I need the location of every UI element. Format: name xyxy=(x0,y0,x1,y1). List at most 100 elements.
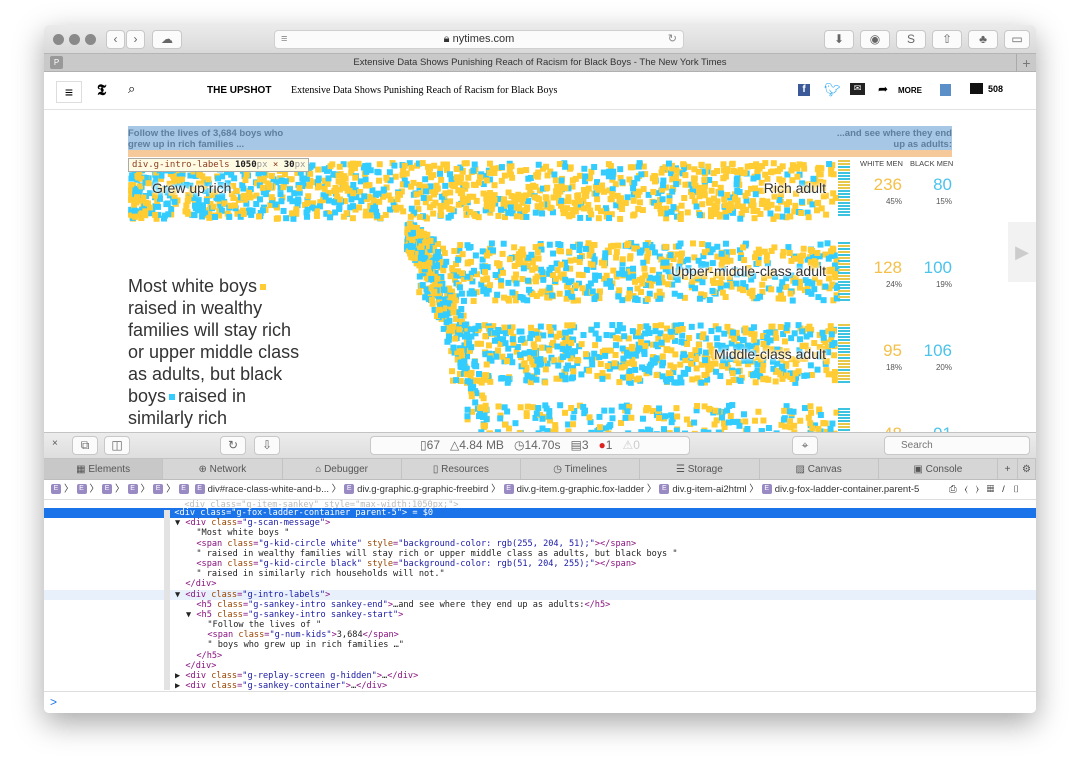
zoom-window-button[interactable] xyxy=(85,34,96,45)
kid-dot xyxy=(684,256,691,263)
kid-dot xyxy=(472,252,479,259)
breadcrumb-element-icon[interactable]: E xyxy=(51,484,61,495)
dom-line[interactable]: </div> xyxy=(44,661,1036,671)
inspect-element-icon[interactable]: ⌖ xyxy=(792,436,818,455)
kid-dot xyxy=(474,340,481,347)
breadcrumb-element-icon[interactable]: E xyxy=(76,484,87,495)
dom-line[interactable]: <div class="g-item-sankey" style="max-wi… xyxy=(44,500,1036,508)
dom-line[interactable]: <span class="g-kid-circle white" style="… xyxy=(44,539,1036,549)
tab-console[interactable]: ▣ Console xyxy=(879,459,998,479)
tab-elements[interactable]: ▦ Elements xyxy=(44,459,164,479)
address-bar[interactable]: ≡ 🔒︎ nytimes.com ↻ xyxy=(274,30,684,49)
dom-line[interactable]: ▶ <div class="g-replay-screen g-hidden">… xyxy=(44,671,1036,681)
dom-line[interactable]: ▼ <div class="g-scan-message"> xyxy=(44,518,1036,528)
kid-dot xyxy=(422,176,429,183)
ladder-bar xyxy=(838,181,850,183)
kid-dot xyxy=(534,368,541,375)
ladder-bar xyxy=(838,366,850,368)
icloud-tabs-button[interactable]: ☁ xyxy=(152,30,182,49)
dom-line[interactable]: <span class="g-kid-circle black" style="… xyxy=(44,559,1036,569)
extension-s-button[interactable]: S xyxy=(896,30,926,49)
sidebar-button[interactable]: ▭ xyxy=(1004,30,1030,49)
dom-line[interactable]: ▼ <h5 class="g-sankey-intro sankey-start… xyxy=(44,610,1036,620)
kid-dot xyxy=(690,240,697,247)
dock-side-icon[interactable]: ◫ xyxy=(104,436,130,455)
pinned-tab[interactable]: P xyxy=(50,56,63,69)
evernote-button[interactable]: ♣ xyxy=(968,30,998,49)
tab-timelines[interactable]: ◷ Timelines xyxy=(521,459,641,479)
tab-storage[interactable]: ☰ Storage xyxy=(640,459,760,479)
breadcrumb-item[interactable]: div.g-item-ai2html xyxy=(672,484,746,495)
activity-viewer[interactable]: ▯67 △4.84 MB ◷14.70s ▤3 ●1 ⚠0 xyxy=(370,436,690,455)
kid-dot xyxy=(417,254,424,261)
tab-network[interactable]: ⊕ Network xyxy=(163,459,283,479)
dom-line[interactable]: <h5 class="g-sankey-intro sankey-end">…a… xyxy=(44,600,1036,610)
kid-dot xyxy=(542,402,549,409)
dom-line[interactable]: ▼ <div class="g-fox-ladder-container par… xyxy=(44,508,1036,519)
kid-dot xyxy=(468,369,475,376)
kid-dot xyxy=(501,404,508,411)
dom-line[interactable]: "Most white boys " xyxy=(44,528,1036,538)
kid-dot xyxy=(787,418,794,425)
kid-dot xyxy=(653,341,660,348)
kid-dot xyxy=(651,359,658,366)
breadcrumb-tools[interactable]: ⎙⟨⟩▦/▯ xyxy=(949,480,1028,499)
back-button[interactable]: ‹ xyxy=(106,30,125,49)
kid-dot xyxy=(501,421,508,428)
dom-line[interactable]: " boys who grew up in rich families …" xyxy=(44,640,1036,650)
breadcrumb-element-icon[interactable]: E xyxy=(102,484,113,495)
reload-page-icon[interactable]: ↻ xyxy=(220,436,246,455)
breadcrumb-item[interactable]: div.g-graphic.g-graphic-freebird xyxy=(357,484,488,495)
tab-debugger[interactable]: ⌂ Debugger xyxy=(283,459,402,479)
tab-resources[interactable]: ▯ Resources xyxy=(402,459,521,479)
dom-line[interactable]: "Follow the lives of " xyxy=(44,620,1036,630)
close-window-button[interactable] xyxy=(53,34,64,45)
kid-dot xyxy=(267,182,274,189)
share-button[interactable]: ⇧ xyxy=(932,30,962,49)
dom-line[interactable]: " raised in similarly rich households wi… xyxy=(44,569,1036,579)
breadcrumb-element-icon[interactable]: E xyxy=(178,484,189,495)
kid-dot xyxy=(512,420,519,427)
breadcrumb-item[interactable]: div.g-fox-ladder-container.parent-5 xyxy=(775,484,920,495)
detach-icon[interactable]: ⧉ xyxy=(72,436,98,455)
new-tab-button[interactable]: + xyxy=(1016,54,1036,72)
breadcrumb-item[interactable]: div#race-class-white-and-b... xyxy=(208,484,329,495)
kid-dot xyxy=(613,254,620,261)
dom-line[interactable]: " raised in wealthy families will stay r… xyxy=(44,549,1036,559)
console-prompt[interactable]: > xyxy=(44,691,1036,713)
kid-dot xyxy=(404,226,411,233)
kid-dot xyxy=(497,206,504,213)
extension-button[interactable]: ◉ xyxy=(860,30,890,49)
minimize-window-button[interactable] xyxy=(69,34,80,45)
breadcrumb-element-icon[interactable]: E xyxy=(127,484,138,495)
breadcrumb-element-icon[interactable]: E xyxy=(153,484,164,495)
kid-dot xyxy=(589,361,596,368)
reader-icon[interactable]: ≡ xyxy=(281,31,287,48)
add-tab-button[interactable]: + xyxy=(998,459,1018,479)
reload-icon[interactable]: ↻ xyxy=(668,31,677,48)
download-archive-icon[interactable]: ⇩ xyxy=(254,436,280,455)
kid-dot xyxy=(441,287,448,294)
time-icon: ◷ xyxy=(513,438,525,452)
dom-line[interactable]: ▶ <div class="g-sankey-container">…</div… xyxy=(44,681,1036,690)
tab-canvas[interactable]: ▨ Canvas xyxy=(760,459,879,479)
active-tab[interactable]: Extensive Data Shows Punishing Reach of … xyxy=(353,57,726,68)
dom-line[interactable]: <span class="g-num-kids">3,684</span> xyxy=(44,630,1036,640)
kid-dot xyxy=(552,194,559,201)
dom-line[interactable]: ▼ <div class="g-intro-labels"> xyxy=(44,589,1036,600)
kid-dot xyxy=(681,351,688,358)
kid-dot xyxy=(692,285,699,292)
inspector-search-input[interactable] xyxy=(884,436,1030,455)
dom-line[interactable]: </h5> xyxy=(44,651,1036,661)
forward-button[interactable]: › xyxy=(126,30,145,49)
settings-icon[interactable]: ⚙ xyxy=(1018,459,1036,479)
kid-dot xyxy=(657,210,664,217)
kid-dot xyxy=(387,196,394,203)
kid-dot xyxy=(449,265,456,272)
kid-dot xyxy=(575,357,582,364)
dom-line[interactable]: </div> xyxy=(44,579,1036,589)
next-article-arrow[interactable]: ▶ xyxy=(1008,222,1036,282)
breadcrumb-item[interactable]: div.g-item.g-graphic.fox-ladder xyxy=(517,484,645,495)
downloads-button[interactable]: ⬇ xyxy=(824,30,854,49)
close-inspector-icon[interactable]: × xyxy=(52,438,58,449)
